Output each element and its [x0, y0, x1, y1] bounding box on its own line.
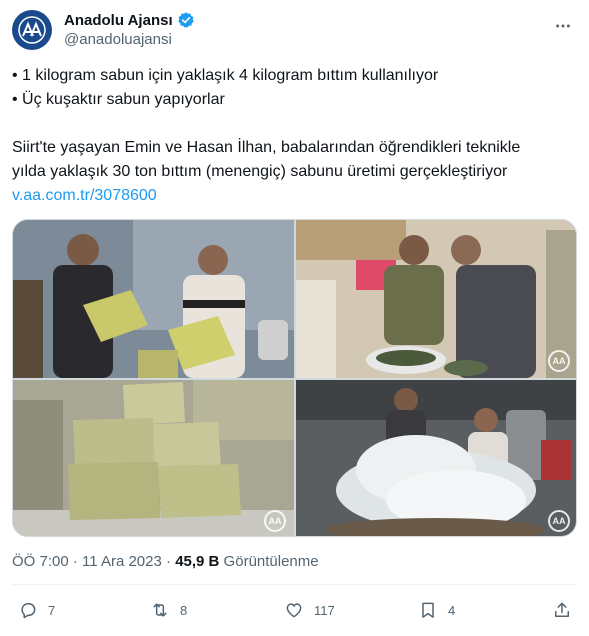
reply-count: 7 — [48, 602, 56, 618]
meta-separator-2: · — [161, 553, 176, 570]
paragraph-line-1: Siirt'te yaşayan Emin ve Hasan İlhan, ba… — [12, 139, 521, 156]
bullet-line-2: • Üç kuşaktır sabun yapıyorlar — [12, 91, 225, 108]
aa-logo-icon — [18, 16, 46, 44]
name-row: Anadolu Ajansı — [64, 11, 195, 29]
verified-badge-icon — [177, 12, 194, 28]
reply-button[interactable]: 7 — [18, 600, 55, 620]
tweet-header: Anadolu Ajansı @anadoluajansi — [12, 8, 577, 52]
bookmark-count: 4 — [448, 602, 456, 618]
photo-men-with-menengic — [296, 220, 576, 378]
tweet-date[interactable]: 11 Ara 2023 — [82, 553, 162, 570]
media-grid: AA AA AA — [12, 219, 577, 537]
photo-2[interactable]: AA — [296, 220, 576, 378]
heart-icon — [286, 603, 302, 618]
paragraph-line-2: yılda yaklaşık 30 ton bıttım (menengiç) … — [12, 163, 508, 180]
like-button[interactable]: 117 — [284, 600, 335, 620]
article-link[interactable]: v.aa.com.tr/3078600 — [12, 184, 577, 208]
views-count: 45,9 B — [175, 553, 220, 570]
divider — [12, 584, 577, 585]
action-bar: 7 8 117 4 — [12, 600, 577, 626]
tweet-time[interactable]: ÖÖ 7:00 — [12, 553, 69, 570]
avatar[interactable] — [12, 10, 52, 50]
photo-4[interactable]: AA — [296, 380, 576, 536]
aa-watermark-icon: AA — [548, 510, 570, 532]
photo-brothers-holding-soap — [13, 220, 294, 378]
display-name[interactable]: Anadolu Ajansı — [64, 12, 173, 29]
more-dots-icon — [556, 24, 570, 28]
tweet-text: • 1 kilogram sabun için yaklaşık 4 kilog… — [12, 64, 577, 208]
like-count: 117 — [314, 602, 335, 618]
repost-count: 8 — [180, 602, 188, 618]
photo-steam-cauldron — [296, 380, 576, 536]
handle[interactable]: @anadoluajansi — [64, 31, 172, 48]
aa-watermark-icon: AA — [264, 510, 286, 532]
photo-3[interactable]: AA — [13, 380, 294, 536]
bookmark-icon — [422, 602, 434, 618]
aa-watermark-icon: AA — [548, 350, 570, 372]
meta-separator: · — [68, 553, 83, 570]
photo-1[interactable] — [13, 220, 294, 378]
repost-icon — [153, 603, 167, 617]
share-button[interactable] — [552, 600, 572, 620]
photo-soap-blocks — [13, 380, 294, 536]
bookmark-button[interactable]: 4 — [418, 600, 455, 620]
more-options-button[interactable] — [551, 14, 575, 38]
reply-icon — [21, 603, 36, 619]
share-icon — [555, 602, 569, 617]
repost-button[interactable]: 8 — [150, 600, 187, 620]
bullet-line-1: • 1 kilogram sabun için yaklaşık 4 kilog… — [12, 67, 439, 84]
tweet-meta: ÖÖ 7:00 · 11 Ara 2023 · 45,9 B Görüntüle… — [12, 553, 319, 570]
views-label: Görüntülenme — [219, 553, 319, 570]
